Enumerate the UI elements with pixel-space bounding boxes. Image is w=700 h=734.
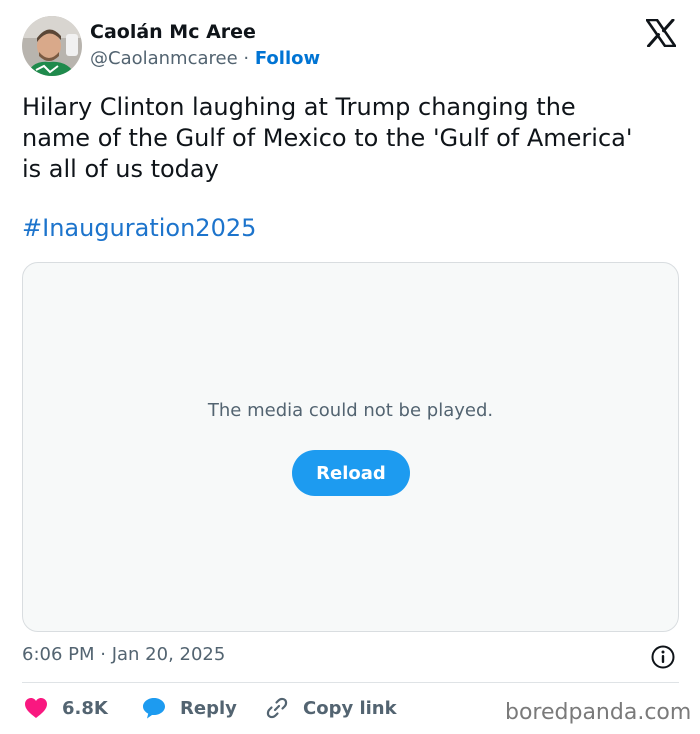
like-count: 6.8K <box>62 697 108 719</box>
avatar[interactable] <box>22 16 82 76</box>
reply-button[interactable]: Reply <box>142 695 237 721</box>
author-handle[interactable]: @Caolanmcaree <box>90 48 238 69</box>
reply-bubble-icon <box>143 698 165 719</box>
tweet-text: Hilary Clinton laughing at Trump changin… <box>22 92 682 185</box>
tweet-text-line: is all of us today <box>22 155 219 183</box>
reply-label: Reply <box>180 697 237 719</box>
copy-link-button[interactable]: Copy link <box>265 695 397 721</box>
tweet-text-line: name of the Gulf of Mexico to the 'Gulf … <box>22 124 633 152</box>
avatar-image <box>22 16 82 76</box>
like-button[interactable]: 6.8K <box>24 695 108 721</box>
tweet-text-line: Hilary Clinton laughing at Trump changin… <box>22 93 576 121</box>
info-icon[interactable] <box>650 644 676 670</box>
media-error-message: The media could not be played. <box>207 400 494 421</box>
follow-button[interactable]: Follow <box>255 48 320 69</box>
handle-separator: · <box>237 48 255 69</box>
tweet-timestamp[interactable]: 6:06 PM · Jan 20, 2025 <box>22 644 225 665</box>
heart-icon <box>25 698 47 718</box>
author-handle-line: @Caolanmcaree · Follow <box>90 48 320 69</box>
link-icon <box>266 697 288 719</box>
x-logo-icon[interactable] <box>645 18 677 48</box>
media-container: The media could not be played. Reload <box>22 262 679 632</box>
author-name[interactable]: Caolán Mc Aree <box>90 21 256 43</box>
hashtag-link[interactable]: #Inauguration2025 <box>22 214 256 242</box>
watermark: boredpanda.com <box>505 700 692 725</box>
reload-button[interactable]: Reload <box>292 450 410 496</box>
copy-link-label: Copy link <box>303 697 397 719</box>
divider <box>22 682 679 683</box>
